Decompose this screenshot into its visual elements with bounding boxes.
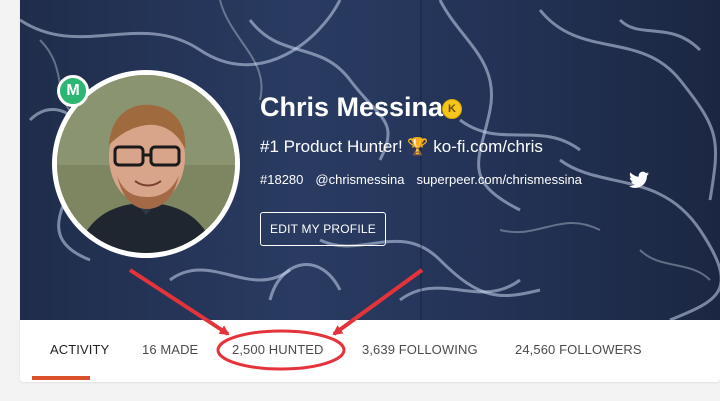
active-tab-indicator xyxy=(32,376,90,380)
profile-meta: #18280 @chrismessina superpeer.com/chris… xyxy=(260,172,582,187)
maker-badge: M xyxy=(57,75,89,107)
profile-website-link[interactable]: superpeer.com/chrismessina xyxy=(416,172,581,187)
profile-rank: #18280 xyxy=(260,172,304,187)
edit-profile-button[interactable]: EDIT MY PROFILE xyxy=(260,212,386,246)
profile-name: Chris Messina xyxy=(260,92,444,122)
tab-activity[interactable]: ACTIVITY xyxy=(50,342,109,357)
profile-handle[interactable]: @chrismessina xyxy=(315,172,404,187)
tab-hunted[interactable]: 2,500 HUNTED xyxy=(232,342,324,357)
tab-made[interactable]: 16 MADE xyxy=(142,342,198,357)
profile-headline: #1 Product Hunter! 🏆 ko-fi.com/chris xyxy=(260,137,543,156)
level-badge: K xyxy=(442,99,462,119)
twitter-icon[interactable] xyxy=(629,171,649,189)
tab-followers[interactable]: 24,560 FOLLOWERS xyxy=(515,342,642,357)
tab-following[interactable]: 3,639 FOLLOWING xyxy=(362,342,478,357)
profile-tabs: ACTIVITY 16 MADE 2,500 HUNTED 3,639 FOLL… xyxy=(20,320,720,382)
